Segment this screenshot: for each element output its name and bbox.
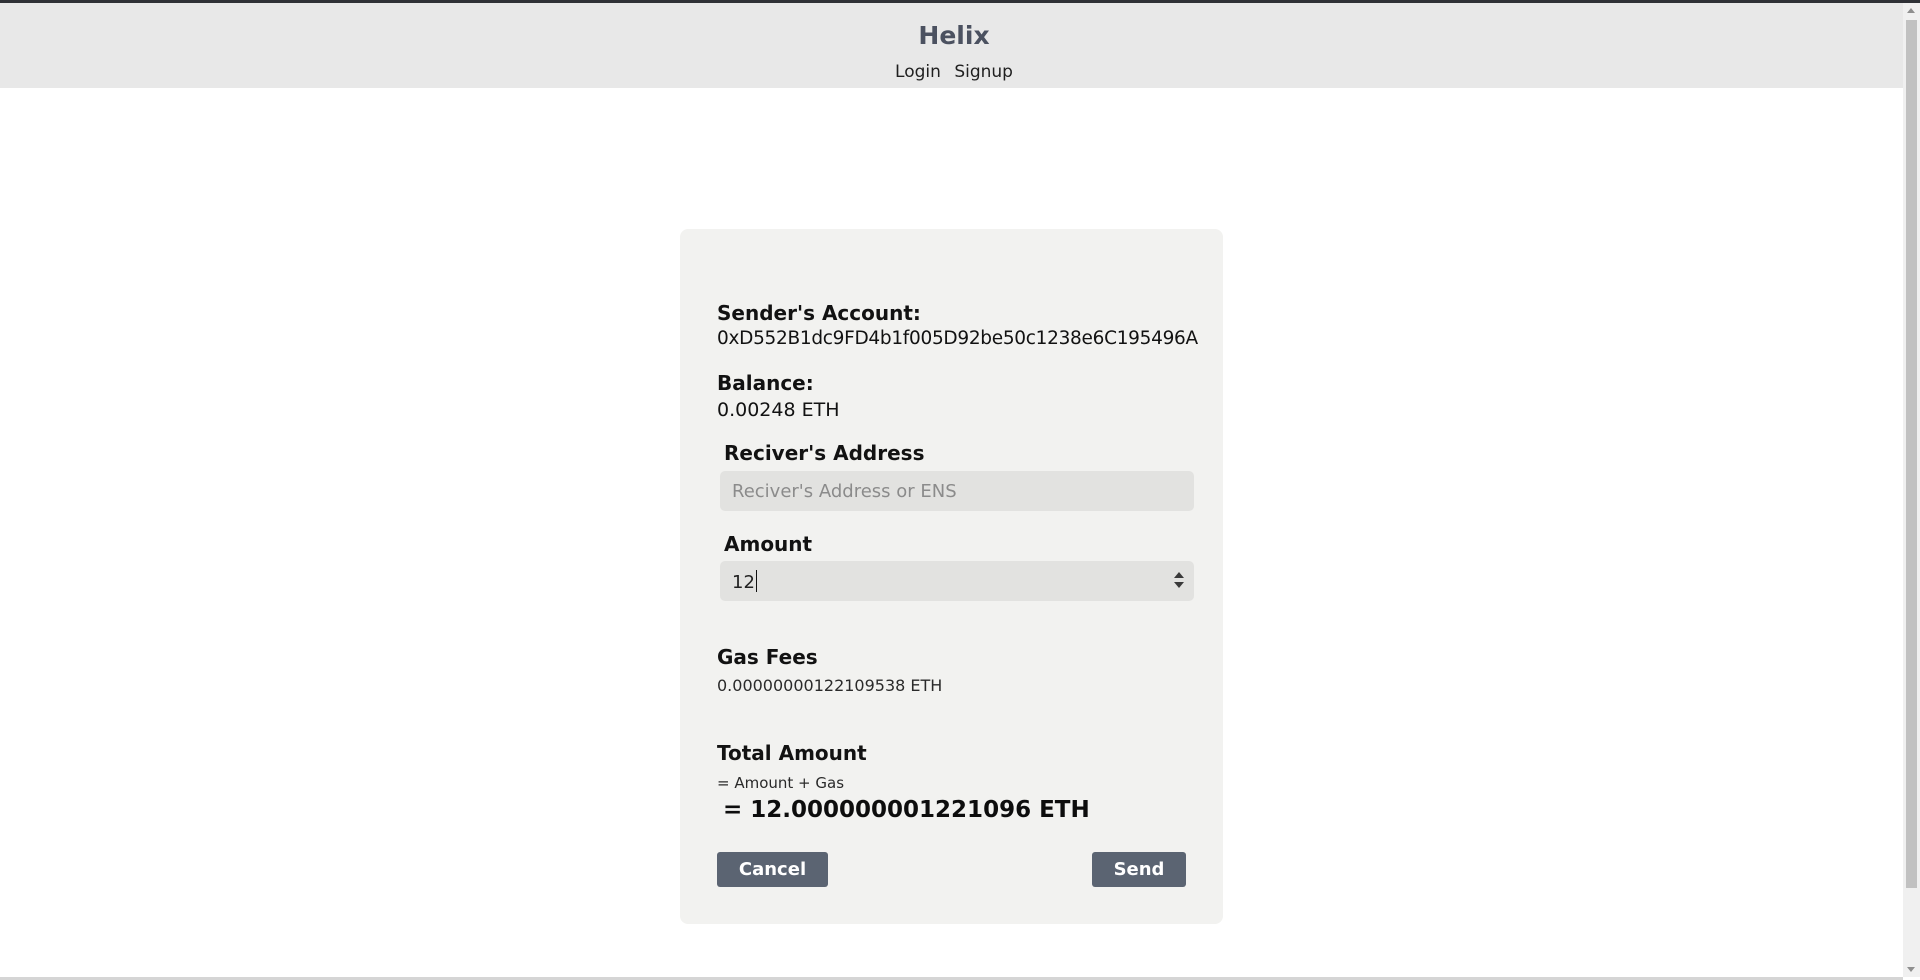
scrollbar-thumb[interactable]	[1906, 20, 1917, 888]
nav-login-link[interactable]: Login	[895, 62, 941, 82]
nav-signup-link[interactable]: Signup	[954, 62, 1013, 82]
scroll-up-icon[interactable]	[1907, 8, 1915, 13]
amount-input-text: 12	[732, 572, 755, 593]
amount-input-value: 12	[732, 570, 757, 593]
vertical-scrollbar[interactable]	[1903, 3, 1920, 977]
scroll-down-icon[interactable]	[1907, 967, 1915, 972]
receiver-address-label: Reciver's Address	[724, 441, 925, 465]
cancel-button[interactable]: Cancel	[717, 852, 828, 887]
amount-label: Amount	[724, 532, 813, 556]
receiver-address-input[interactable]	[720, 471, 1194, 511]
gas-fees-label: Gas Fees	[717, 645, 818, 669]
chevron-up-icon[interactable]	[1174, 572, 1184, 578]
balance-label: Balance:	[717, 371, 814, 395]
site-header: Helix Login Signup	[0, 3, 1903, 88]
total-formula: = Amount + Gas	[717, 774, 845, 792]
stepper-icon[interactable]	[1172, 571, 1186, 591]
total-amount-label: Total Amount	[717, 741, 867, 765]
total-amount-value: = 12.000000001221096 ETH	[723, 797, 1090, 823]
transaction-card: Sender's Account: 0xD552B1dc9FD4b1f005D9…	[680, 229, 1223, 924]
send-button[interactable]: Send	[1092, 852, 1186, 887]
amount-input[interactable]: 12	[720, 561, 1194, 601]
page-viewport: Helix Login Signup Sender's Account: 0xD…	[0, 0, 1920, 980]
sender-address-value: 0xD552B1dc9FD4b1f005D92be50c1238e6C19549…	[717, 328, 1198, 349]
gas-fees-value: 0.00000000122109538 ETH	[717, 676, 943, 695]
top-nav: Login Signup	[0, 62, 1908, 82]
sender-account-label: Sender's Account:	[717, 301, 921, 325]
text-caret	[755, 570, 757, 592]
balance-value: 0.00248 ETH	[717, 399, 840, 421]
chevron-down-icon[interactable]	[1174, 582, 1184, 588]
brand-title[interactable]: Helix	[0, 21, 1908, 50]
